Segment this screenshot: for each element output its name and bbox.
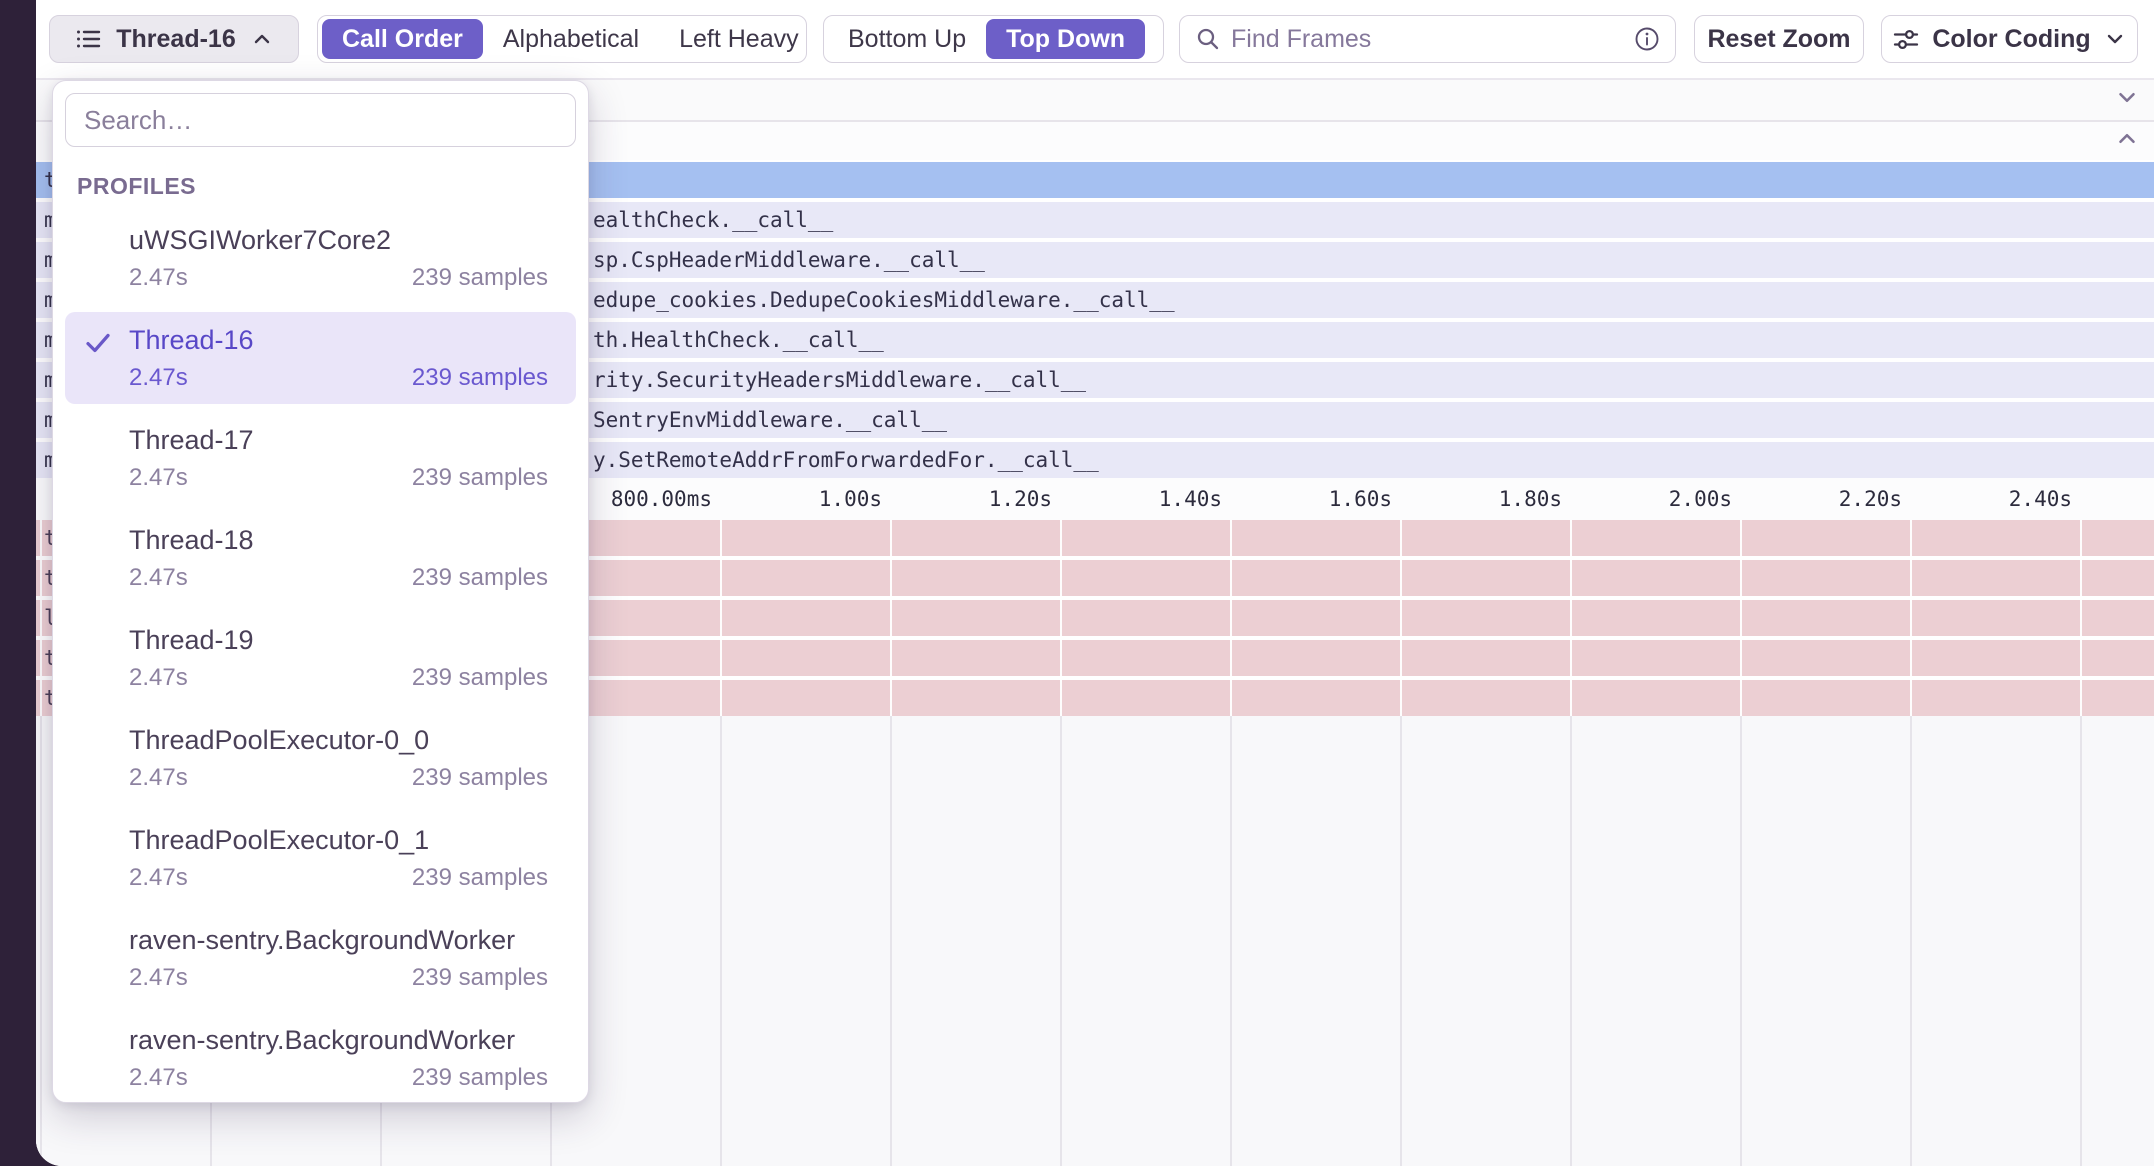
frame-text-fragment: y.SetRemoteAddrFromForwardedFor.__call__ bbox=[593, 442, 1099, 478]
search-icon bbox=[1195, 26, 1221, 52]
profile-option-threadpoolexecutor-0-1[interactable]: ThreadPoolExecutor-0_1 2.47s 239 samples bbox=[65, 812, 576, 904]
frame-text-fragment: rity.SecurityHeadersMiddleware.__call__ bbox=[593, 362, 1086, 398]
sort-call-order-button[interactable]: Call Order bbox=[322, 19, 483, 59]
sliders-icon bbox=[1892, 25, 1920, 53]
profile-duration: 2.47s bbox=[129, 964, 188, 992]
find-frames-search[interactable] bbox=[1179, 15, 1676, 63]
find-frames-input[interactable] bbox=[1231, 25, 1624, 54]
profile-samples: 239 samples bbox=[412, 964, 548, 992]
axis-tick: 800.00ms bbox=[611, 478, 712, 520]
profile-duration: 2.47s bbox=[129, 664, 188, 692]
frame-text-fragment: edupe_cookies.DedupeCookiesMiddleware.__… bbox=[593, 282, 1175, 318]
profile-samples: 239 samples bbox=[412, 264, 548, 292]
profile-samples: 239 samples bbox=[412, 364, 548, 392]
profile-samples: 239 samples bbox=[412, 564, 548, 592]
profile-name: Thread-17 bbox=[129, 424, 548, 456]
collapse-flamegraph-chevron-up-icon[interactable] bbox=[2114, 126, 2140, 157]
info-icon[interactable] bbox=[1634, 26, 1660, 52]
profile-duration: 2.47s bbox=[129, 364, 188, 392]
profile-name: Thread-18 bbox=[129, 524, 548, 556]
sort-segmented-control: Call Order Alphabetical Left Heavy bbox=[317, 15, 807, 63]
frame-text-fragment: sp.CspHeaderMiddleware.__call__ bbox=[593, 242, 985, 278]
thread-selector-label: Thread-16 bbox=[116, 25, 235, 54]
profile-name: raven-sentry.BackgroundWorker bbox=[129, 924, 548, 956]
profile-option-uwsgiworker7core2[interactable]: uWSGIWorker7Core2 2.47s 239 samples bbox=[65, 212, 576, 304]
profile-option-thread-18[interactable]: Thread-18 2.47s 239 samples bbox=[65, 512, 576, 604]
list-icon bbox=[74, 25, 102, 53]
dropdown-search-input[interactable] bbox=[65, 93, 576, 147]
direction-segmented-control: Bottom Up Top Down bbox=[823, 15, 1164, 63]
expand-minimap-chevron-down-icon[interactable] bbox=[2114, 85, 2140, 116]
profiles-section-label: PROFILES bbox=[77, 173, 576, 200]
profile-option-raven-sentry-backgroundworker-1[interactable]: raven-sentry.BackgroundWorker 2.47s 239 … bbox=[65, 912, 576, 1004]
profile-option-thread-17[interactable]: Thread-17 2.47s 239 samples bbox=[65, 412, 576, 504]
toolbar: Thread-16 Call Order Alphabetical Left H… bbox=[36, 0, 2154, 80]
frame-text-fragment: th.HealthCheck.__call__ bbox=[593, 322, 884, 358]
profile-name: Thread-19 bbox=[129, 624, 548, 656]
profile-option-raven-sentry-backgroundworker-2[interactable]: raven-sentry.BackgroundWorker 2.47s 239 … bbox=[65, 1012, 576, 1104]
profile-name: uWSGIWorker7Core2 bbox=[129, 224, 548, 256]
direction-bottom-up-button[interactable]: Bottom Up bbox=[828, 19, 986, 59]
check-icon bbox=[83, 328, 113, 358]
profile-duration: 2.47s bbox=[129, 464, 188, 492]
profile-duration: 2.47s bbox=[129, 1064, 188, 1092]
direction-top-down-button[interactable]: Top Down bbox=[986, 19, 1145, 59]
reset-zoom-button[interactable]: Reset Zoom bbox=[1694, 15, 1864, 63]
app-root: Thread-16 Call Order Alphabetical Left H… bbox=[0, 0, 2154, 1166]
profile-samples: 239 samples bbox=[412, 864, 548, 892]
profile-samples: 239 samples bbox=[412, 764, 548, 792]
profile-option-threadpoolexecutor-0-0[interactable]: ThreadPoolExecutor-0_0 2.47s 239 samples bbox=[65, 712, 576, 804]
axis-tick: 1.20s bbox=[989, 478, 1052, 520]
profile-option-thread-16[interactable]: Thread-16 2.47s 239 samples bbox=[65, 312, 576, 404]
profile-name: raven-sentry.BackgroundWorker bbox=[129, 1024, 548, 1056]
profile-samples: 239 samples bbox=[412, 464, 548, 492]
axis-tick: 1.40s bbox=[1159, 478, 1222, 520]
axis-tick: 1.80s bbox=[1499, 478, 1562, 520]
profile-samples: 239 samples bbox=[412, 1064, 548, 1092]
axis-tick: 1.00s bbox=[819, 478, 882, 520]
chevron-up-icon bbox=[250, 27, 274, 51]
frame-text-fragment: ealthCheck.__call__ bbox=[593, 202, 833, 238]
profile-name: Thread-16 bbox=[129, 324, 548, 356]
axis-tick: 2.00s bbox=[1669, 478, 1732, 520]
sort-alphabetical-button[interactable]: Alphabetical bbox=[483, 19, 659, 59]
color-coding-label: Color Coding bbox=[1932, 25, 2090, 54]
frame-text-fragment: SentryEnvMiddleware.__call__ bbox=[593, 402, 947, 438]
profile-samples: 239 samples bbox=[412, 664, 548, 692]
profile-duration: 2.47s bbox=[129, 764, 188, 792]
profile-name: ThreadPoolExecutor-0_0 bbox=[129, 724, 548, 756]
color-coding-button[interactable]: Color Coding bbox=[1881, 15, 2138, 63]
profile-duration: 2.47s bbox=[129, 864, 188, 892]
profiler-panel: Thread-16 Call Order Alphabetical Left H… bbox=[36, 0, 2154, 1166]
axis-tick: 2.40s bbox=[2009, 478, 2072, 520]
axis-tick: 2.20s bbox=[1839, 478, 1902, 520]
thread-selector-button[interactable]: Thread-16 bbox=[49, 15, 299, 63]
profile-name: ThreadPoolExecutor-0_1 bbox=[129, 824, 548, 856]
axis-tick: 1.60s bbox=[1329, 478, 1392, 520]
thread-dropdown-panel: PROFILES uWSGIWorker7Core2 2.47s 239 sam… bbox=[52, 80, 589, 1103]
profile-duration: 2.47s bbox=[129, 564, 188, 592]
profile-option-thread-19[interactable]: Thread-19 2.47s 239 samples bbox=[65, 612, 576, 704]
profile-duration: 2.47s bbox=[129, 264, 188, 292]
chevron-down-icon bbox=[2103, 27, 2127, 51]
sort-left-heavy-button[interactable]: Left Heavy bbox=[659, 19, 819, 59]
